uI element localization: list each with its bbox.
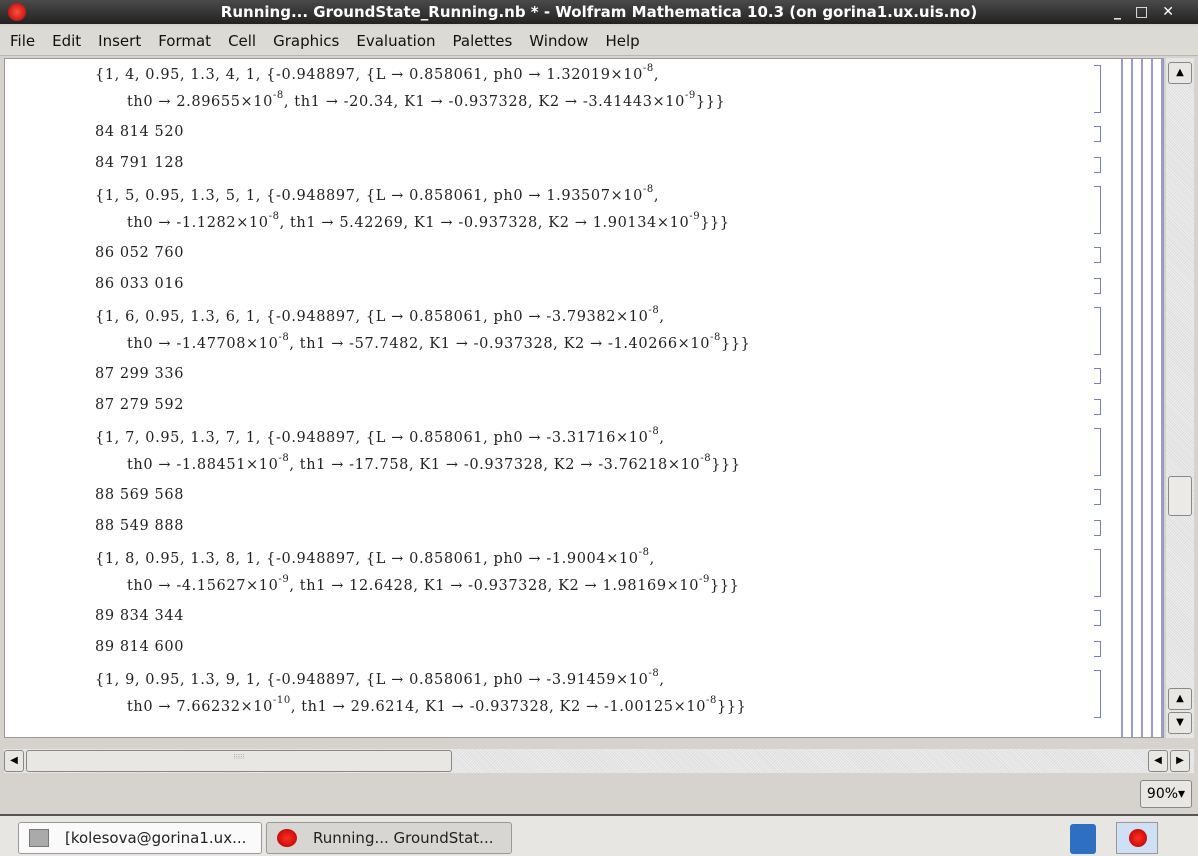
scroll-left-button-right[interactable]: ◀ bbox=[1148, 750, 1168, 772]
menu-insert[interactable]: Insert bbox=[98, 32, 141, 50]
output-list-line1: {1, 8, 0.95, 1.3, 8, 1, {-0.948897, {L →… bbox=[95, 547, 655, 567]
output-list-line1: {1, 5, 0.95, 1.3, 5, 1, {-0.948897, {L →… bbox=[95, 184, 660, 204]
notebook-area[interactable]: {1, 4, 0.95, 1.3, 4, 1, {-0.948897, {L →… bbox=[4, 58, 1164, 738]
cell-bracket[interactable] bbox=[1094, 520, 1101, 536]
output-list-line2: th0 → -1.47708×10-8, th1 → -57.7482, K1 … bbox=[127, 332, 751, 352]
menu-format[interactable]: Format bbox=[158, 32, 211, 50]
horizontal-scroll-thumb[interactable]: ⁝⁝⁝⁝⁝ bbox=[26, 750, 452, 772]
menu-file[interactable]: File bbox=[10, 32, 35, 50]
menu-evaluation[interactable]: Evaluation bbox=[356, 32, 435, 50]
menu-palettes[interactable]: Palettes bbox=[453, 32, 513, 50]
cell-bracket[interactable] bbox=[1094, 247, 1101, 263]
scroll-up-button-lower[interactable]: ▲ bbox=[1168, 688, 1192, 710]
cell-bracket[interactable] bbox=[1094, 126, 1101, 142]
cell-bracket[interactable] bbox=[1094, 549, 1101, 597]
output-list-line2: th0 → -1.88451×10-8, th1 → -17.758, K1 →… bbox=[127, 453, 741, 473]
output-number: 86 033 016 bbox=[95, 276, 185, 292]
close-button[interactable]: ✕ bbox=[1162, 4, 1188, 20]
group-bracket-line[interactable] bbox=[1121, 59, 1123, 737]
cell-bracket[interactable] bbox=[1094, 65, 1101, 113]
output-number: 84 791 128 bbox=[95, 155, 185, 171]
mathematica-icon bbox=[1129, 829, 1147, 847]
cell-bracket[interactable] bbox=[1094, 610, 1101, 626]
tray-mathematica[interactable] bbox=[1116, 822, 1158, 854]
cell-bracket[interactable] bbox=[1094, 157, 1101, 173]
menu-graphics[interactable]: Graphics bbox=[273, 32, 339, 50]
taskbar: [kolesova@gorina1.ux... Running... Groun… bbox=[0, 814, 1198, 856]
taskbar-terminal[interactable]: [kolesova@gorina1.ux... bbox=[18, 822, 262, 854]
group-bracket-line[interactable] bbox=[1151, 59, 1153, 737]
mathematica-icon bbox=[277, 829, 297, 847]
workspace-icon[interactable] bbox=[1070, 824, 1096, 854]
window-title: Running... GroundState_Running.nb * - Wo… bbox=[220, 3, 978, 21]
cell-bracket[interactable] bbox=[1094, 278, 1101, 294]
minimize-button[interactable]: _ bbox=[1114, 4, 1135, 20]
cell-bracket[interactable] bbox=[1094, 641, 1101, 657]
cell-bracket[interactable] bbox=[1094, 399, 1101, 415]
cell-bracket[interactable] bbox=[1094, 428, 1101, 476]
menu-bar: File Edit Insert Format Cell Graphics Evaluati… bbox=[0, 26, 1198, 56]
terminal-icon bbox=[29, 829, 49, 847]
menu-help[interactable]: Help bbox=[605, 32, 639, 50]
output-list-line1: {1, 4, 0.95, 1.3, 4, 1, {-0.948897, {L →… bbox=[95, 63, 660, 83]
output-number: 87 279 592 bbox=[95, 397, 185, 413]
title-bar: Running... GroundState_Running.nb * - Wo… bbox=[0, 0, 1198, 24]
output-list-line2: th0 → 2.89655×10-8, th1 → -20.34, K1 → -… bbox=[127, 90, 726, 110]
taskbar-mathematica[interactable]: Running... GroundStat... bbox=[266, 822, 512, 854]
maximize-button[interactable]: □ bbox=[1135, 4, 1162, 20]
zoom-value: 90% bbox=[1146, 786, 1179, 802]
group-bracket-line[interactable] bbox=[1131, 59, 1133, 737]
output-number: 84 814 520 bbox=[95, 124, 185, 140]
scroll-right-button[interactable]: ▶ bbox=[1170, 750, 1190, 772]
cell-bracket[interactable] bbox=[1094, 186, 1101, 234]
output-number: 88 549 888 bbox=[95, 518, 185, 534]
output-list-line2: th0 → 7.66232×10-10, th1 → 29.6214, K1 →… bbox=[127, 695, 747, 715]
cell-bracket[interactable] bbox=[1094, 489, 1101, 505]
group-bracket-line[interactable] bbox=[1141, 59, 1143, 737]
output-list-line1: {1, 7, 0.95, 1.3, 7, 1, {-0.948897, {L →… bbox=[95, 426, 665, 446]
taskbar-label: [kolesova@gorina1.ux... bbox=[65, 829, 247, 847]
cell-bracket[interactable] bbox=[1094, 368, 1101, 384]
output-list-line2: th0 → -4.15627×10-9, th1 → 12.6428, K1 →… bbox=[127, 574, 740, 594]
vertical-scroll-thumb[interactable] bbox=[1168, 476, 1192, 516]
zoom-dropdown[interactable]: 90%▾ bbox=[1140, 780, 1192, 808]
menu-edit[interactable]: Edit bbox=[52, 32, 81, 50]
taskbar-label: Running... GroundStat... bbox=[313, 829, 494, 847]
output-list-line1: {1, 6, 0.95, 1.3, 6, 1, {-0.948897, {L →… bbox=[95, 305, 665, 325]
cell-bracket[interactable] bbox=[1094, 670, 1101, 718]
group-bracket-line[interactable] bbox=[1161, 59, 1163, 737]
horizontal-scrollbar[interactable]: ◀ ⁝⁝⁝⁝⁝ ◀ ▶ bbox=[4, 749, 1194, 773]
scroll-up-button[interactable]: ▲ bbox=[1168, 62, 1192, 84]
menu-cell[interactable]: Cell bbox=[228, 32, 256, 50]
output-number: 89 814 600 bbox=[95, 639, 185, 655]
cell-bracket[interactable] bbox=[1094, 307, 1101, 355]
output-list-line1: {1, 9, 0.95, 1.3, 9, 1, {-0.948897, {L →… bbox=[95, 668, 665, 688]
output-list-line2: th0 → -1.1282×10-8, th1 → 5.42269, K1 → … bbox=[127, 211, 730, 231]
mathematica-icon[interactable] bbox=[8, 3, 26, 21]
scroll-left-button[interactable]: ◀ bbox=[4, 750, 24, 772]
output-number: 87 299 336 bbox=[95, 366, 185, 382]
scroll-down-button[interactable]: ▼ bbox=[1168, 712, 1192, 734]
output-number: 89 834 344 bbox=[95, 608, 185, 624]
vertical-scrollbar[interactable]: ▲ ▲ ▼ bbox=[1166, 58, 1194, 738]
output-number: 88 569 568 bbox=[95, 487, 185, 503]
output-number: 86 052 760 bbox=[95, 245, 185, 261]
menu-window[interactable]: Window bbox=[529, 32, 588, 50]
